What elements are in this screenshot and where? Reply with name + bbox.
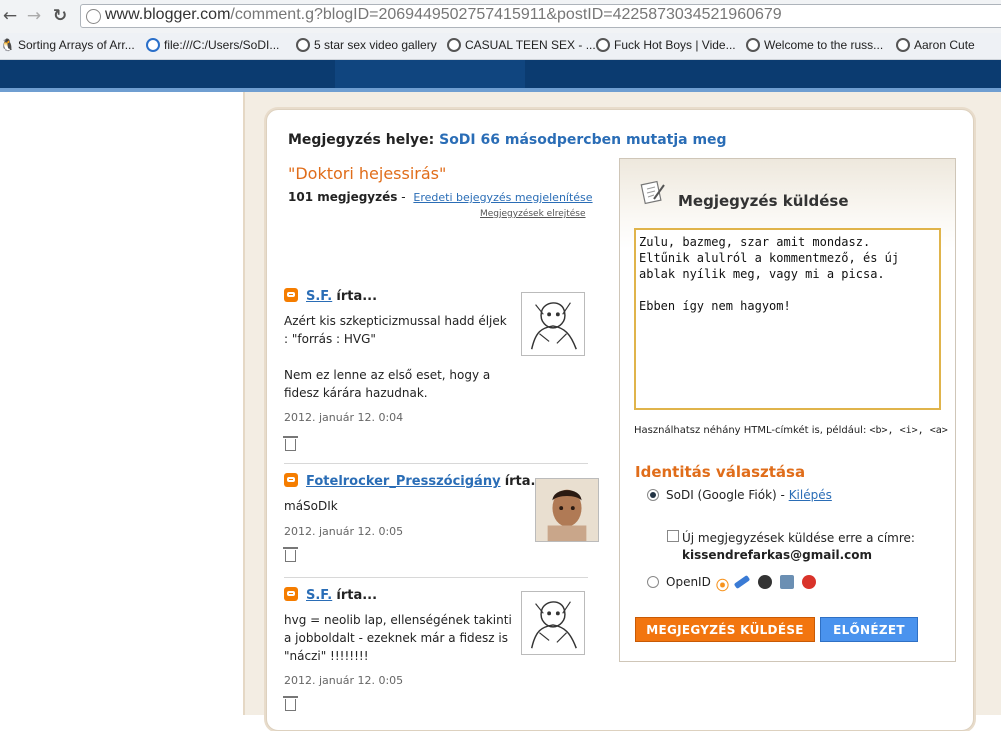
globe-icon	[296, 38, 310, 52]
bookmark-item[interactable]: Welcome to the russ...	[746, 36, 883, 54]
bookmark-item[interactable]: CASUAL TEEN SEX - ...	[447, 36, 596, 54]
comment-date: 2012. január 12. 0:04	[284, 411, 404, 424]
email-notify-checkbox[interactable]	[667, 530, 679, 542]
google-account-radio[interactable]	[647, 489, 659, 501]
browser-toolbar: ← → ↻ www.blogger.com/comment.g?blogID=2…	[0, 0, 1001, 34]
linux-icon: 🐧	[0, 38, 15, 52]
identity-title: Identitás választása	[635, 463, 806, 481]
openid-provider-icons: ⦿	[716, 571, 819, 594]
bookmark-item[interactable]: file:///C:/Users/SoDI...	[146, 36, 279, 54]
comment-location: Megjegyzés helye: SoDI 66 másodpercben m…	[288, 132, 727, 148]
trash-icon[interactable]	[283, 436, 298, 451]
wordpress-icon[interactable]	[758, 574, 773, 589]
openid-icon[interactable]: ⦿	[716, 575, 729, 594]
trash-icon[interactable]	[283, 547, 298, 562]
post-comment-title: Megjegyzés küldése	[678, 192, 849, 210]
globe-icon	[447, 38, 461, 52]
comment-body: Nem ez lenne az első eset, hogy a fidesz…	[284, 368, 491, 400]
bookmark-item[interactable]: Aaron Cute	[896, 36, 975, 54]
comment-date: 2012. január 12. 0:05	[284, 674, 404, 687]
logout-link[interactable]: Kilépés	[789, 488, 832, 502]
blogger-icon	[284, 587, 298, 601]
bookmark-item[interactable]: 🐧 Sorting Arrays of Arr...	[0, 36, 135, 54]
html-tags-hint: Használhatsz néhány HTML-címkét is, péld…	[634, 425, 948, 436]
back-arrow-icon[interactable]: ←	[0, 6, 20, 26]
email-notify-label: Új megjegyzések küldése erre a címre:	[682, 531, 915, 545]
comment-header: S.F. írta...	[284, 288, 377, 304]
avatar[interactable]	[521, 292, 585, 356]
comment-body: hvg = neolib lap, ellenségének takinti a…	[284, 613, 512, 663]
submit-comment-button[interactable]: MEGJEGYZÉS KÜLDÉSE	[635, 617, 815, 642]
preview-button[interactable]: ELŐNÉZET	[820, 617, 918, 642]
comment-divider	[284, 463, 588, 464]
comment-body: Azért kis szkepticizmussal hadd éljek : …	[284, 314, 507, 346]
livejournal-pencil-icon[interactable]	[733, 574, 751, 589]
page-icon	[86, 9, 101, 24]
aim-icon[interactable]	[802, 574, 817, 589]
comment-header: S.F. írta...	[284, 587, 377, 603]
comment-count-line: 101 megjegyzés - Eredeti bejegyzés megje…	[288, 190, 593, 204]
blogger-icon	[284, 288, 298, 302]
google-account-label: SoDI (Google Fiók) - Kilépés	[666, 488, 832, 502]
globe-icon	[746, 38, 760, 52]
globe-icon	[896, 38, 910, 52]
globe-icon	[596, 38, 610, 52]
comment-textarea[interactable]	[634, 228, 941, 410]
comment-header: Fotelrocker_Presszócigány írta...	[284, 473, 545, 489]
comment-author-link[interactable]: Fotelrocker_Presszócigány	[306, 474, 501, 489]
comment-divider	[284, 577, 588, 578]
address-bar[interactable]: www.blogger.com/comment.g?blogID=2069449…	[80, 4, 1001, 28]
openid-label: OpenID	[666, 575, 711, 589]
avatar[interactable]	[521, 591, 585, 655]
notepad-icon	[640, 180, 665, 205]
comment-count: 101 megjegyzés	[288, 190, 398, 204]
forward-arrow-icon[interactable]: →	[24, 6, 44, 26]
banner-highlight	[335, 60, 525, 88]
trash-icon[interactable]	[283, 696, 298, 711]
notify-email: kissendrefarkas@gmail.com	[682, 548, 873, 562]
comment-author-link[interactable]: S.F.	[306, 289, 332, 304]
hide-comments-link[interactable]: Megjegyzések elrejtése	[480, 209, 586, 219]
bookmark-item[interactable]: Fuck Hot Boys | Vide...	[596, 36, 736, 54]
ie-icon	[146, 38, 160, 52]
avatar[interactable]	[535, 478, 599, 542]
view-original-post-link[interactable]: Eredeti bejegyzés megjelenítése	[413, 191, 592, 204]
reload-icon[interactable]: ↻	[50, 6, 70, 26]
comment-date: 2012. január 12. 0:05	[284, 525, 404, 538]
blogger-icon	[284, 473, 298, 487]
post-title: "Doktori hejessirás"	[288, 164, 447, 183]
openid-radio[interactable]	[647, 576, 659, 588]
url-text: www.blogger.com/comment.g?blogID=2069449…	[105, 6, 782, 23]
comment-author-link[interactable]: S.F.	[306, 588, 332, 603]
bookmark-item[interactable]: 5 star sex video gallery	[296, 36, 437, 54]
typepad-icon[interactable]	[780, 574, 795, 589]
comment-body: máSoDIk	[284, 499, 338, 513]
blog-name-link[interactable]: SoDI 66 másodpercben mutatja meg	[439, 132, 726, 148]
bookmarks-bar: 🐧 Sorting Arrays of Arr... file:///C:/Use…	[0, 33, 1001, 60]
